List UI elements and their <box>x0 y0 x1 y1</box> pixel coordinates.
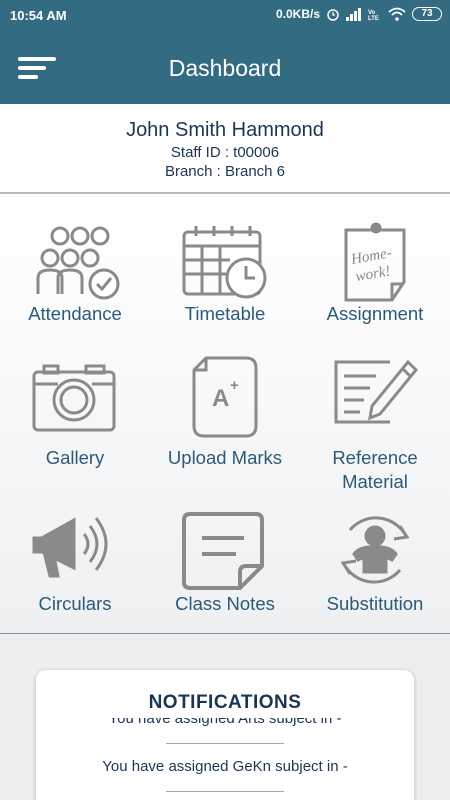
wifi-icon <box>388 7 406 21</box>
tile-label: Attendance <box>28 303 122 324</box>
tile-label: Class Notes <box>175 593 275 614</box>
megaphone-icon <box>32 517 108 578</box>
svg-text:A: A <box>212 385 229 412</box>
tile-reference-material[interactable]: Reference Material <box>300 358 450 494</box>
substitution-icon <box>340 516 410 584</box>
notification-text: You have assigned Arts subject in - <box>108 718 342 727</box>
signal-icon <box>346 7 361 21</box>
tile-assignment[interactable]: Home- work! Assignment <box>300 222 450 326</box>
upload-marks-icon: A + <box>192 356 258 438</box>
tile-label: Reference Material <box>332 447 418 492</box>
tile-circulars[interactable]: Circulars <box>0 510 150 616</box>
tile-label: Assignment <box>326 303 424 324</box>
alarm-icon <box>327 9 339 21</box>
status-bar: 10:54 AM 0.0KB/s Vo LTE 73 <box>0 0 450 30</box>
notification-text: You have assigned GeKn subject in - <box>102 758 348 775</box>
notifications-area: NOTIFICATIONS You have assigned Arts sub… <box>0 634 450 800</box>
tile-label: Timetable <box>184 303 266 324</box>
battery-icon: 73 <box>412 7 442 21</box>
staff-name: John Smith Hammond <box>126 119 324 141</box>
volte-icon: VoLTE <box>368 10 379 21</box>
notifications-card: NOTIFICATIONS You have assigned Arts sub… <box>36 670 414 800</box>
tile-substitution[interactable]: Substitution <box>300 510 450 616</box>
assignment-icon: Home- work! <box>344 222 406 302</box>
network-speed: 0.0KB/s <box>275 7 320 21</box>
tile-attendance[interactable]: Attendance <box>0 222 150 326</box>
tile-gallery[interactable]: Gallery <box>0 358 150 470</box>
tile-class-notes[interactable]: Class Notes <box>150 510 300 616</box>
staff-branch: Branch : Branch 6 <box>164 163 286 180</box>
attendance-icon <box>36 226 120 300</box>
status-time: 10:54 AM <box>10 8 67 23</box>
profile-header: John Smith Hammond Staff ID : t00006 Bra… <box>0 104 450 194</box>
notifications-heading: NOTIFICATIONS <box>148 692 302 713</box>
svg-text:+: + <box>230 377 239 394</box>
tile-label: Substitution <box>326 593 424 614</box>
tile-upload-marks[interactable]: A + Upload Marks <box>150 354 300 470</box>
notification-item[interactable]: You have assigned GeKn subject in - <box>36 758 414 800</box>
notes-icon <box>182 512 264 590</box>
svg-text:LTE: LTE <box>368 16 379 21</box>
notification-divider <box>166 743 284 744</box>
dashboard-grid: Attendance Timetable Home- work! Assignm… <box>0 196 450 634</box>
camera-icon <box>32 364 116 432</box>
tile-label: Gallery <box>45 447 105 468</box>
notification-divider <box>166 791 284 792</box>
status-icons: 0.0KB/s Vo LTE 73 <box>276 7 442 21</box>
page-title: Dashboard <box>168 55 282 81</box>
reference-material-icon <box>334 359 419 424</box>
app-bar: Dashboard <box>0 30 450 104</box>
timetable-icon <box>182 226 267 299</box>
tile-timetable[interactable]: Timetable <box>150 222 300 326</box>
staff-id: Staff ID : t00006 <box>170 144 280 161</box>
notifications-list[interactable]: You have assigned Arts subject in - You … <box>36 718 414 800</box>
notification-item[interactable]: You have assigned Arts subject in - <box>36 718 414 758</box>
tile-label: Circulars <box>38 593 112 614</box>
tile-label: Upload Marks <box>167 447 283 468</box>
